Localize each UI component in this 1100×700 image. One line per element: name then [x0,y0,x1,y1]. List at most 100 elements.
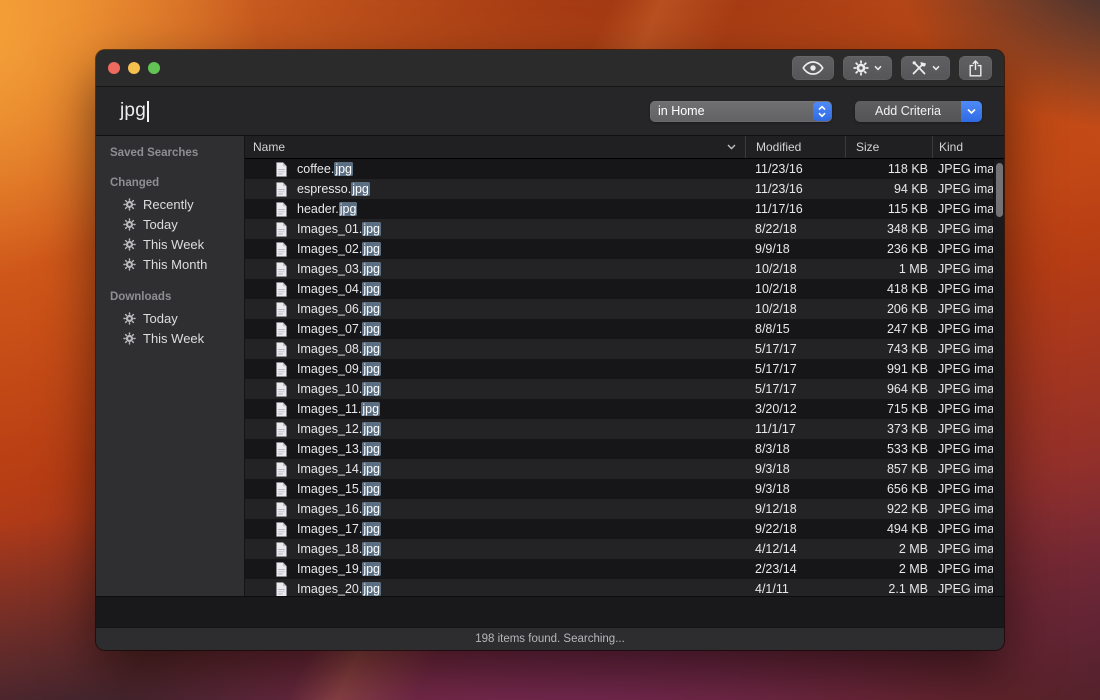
document-icon [275,342,288,357]
search-scope-popup[interactable]: in Home [650,101,832,122]
popup-stepper-icon [813,102,831,121]
sidebar-item[interactable]: Today [96,308,244,328]
document-icon [275,502,288,517]
table-row[interactable]: Images_15.jpg 9/3/18 656 KB JPEG image [245,479,1004,499]
close-button[interactable] [108,62,120,74]
table-row[interactable]: Images_19.jpg 2/23/14 2 MB JPEG image [245,559,1004,579]
document-icon [275,562,288,577]
vertical-scrollbar[interactable] [993,160,1004,596]
zoom-button[interactable] [148,62,160,74]
table-row[interactable]: Images_02.jpg 9/9/18 236 KB JPEG image [245,239,1004,259]
table-row[interactable]: coffee.jpg 11/23/16 118 KB JPEG image [245,159,1004,179]
search-match-highlight: jpg [362,422,381,436]
cell-name: Images_04.jpg [245,282,745,297]
sidebar-item-label: This Week [143,237,204,252]
document-icon [275,582,288,597]
table-row[interactable]: Images_20.jpg 4/1/11 2.1 MB JPEG image [245,579,1004,596]
cell-name: Images_20.jpg [245,582,745,597]
file-name: Images_04.jpg [297,282,381,296]
scrollbar-thumb[interactable] [996,163,1003,217]
cell-modified: 9/3/18 [745,482,845,496]
cell-size: 2.1 MB [845,582,932,596]
sidebar-section-label: Changed [96,177,244,189]
search-row: jpg in Home Add Criteria [96,87,1004,136]
cell-modified: 4/12/14 [745,542,845,556]
table-row[interactable]: Images_17.jpg 9/22/18 494 KB JPEG image [245,519,1004,539]
cell-modified: 8/3/18 [745,442,845,456]
document-icon [275,242,288,257]
toolbar [792,56,992,80]
cell-size: 373 KB [845,422,932,436]
cell-size: 922 KB [845,502,932,516]
sidebar-item[interactable]: This Month [96,254,244,274]
sidebar-item[interactable]: Recently [96,194,244,214]
cell-modified: 9/22/18 [745,522,845,536]
column-header-name[interactable]: Name [245,136,745,158]
table-row[interactable]: header.jpg 11/17/16 115 KB JPEG image [245,199,1004,219]
cell-modified: 11/23/16 [745,182,845,196]
sidebar-item[interactable]: This Week [96,328,244,348]
cell-size: 656 KB [845,482,932,496]
sidebar-section: Changed Recently Today This Week This Mo… [96,177,244,274]
smart-folder-gear-icon [123,238,136,251]
cell-modified: 2/23/14 [745,562,845,576]
file-name: Images_15.jpg [297,482,381,496]
sidebar-section-items: Today This Week [96,308,244,348]
cell-name: Images_09.jpg [245,362,745,377]
cell-size: 348 KB [845,222,932,236]
table-row[interactable]: Images_10.jpg 5/17/17 964 KB JPEG image [245,379,1004,399]
document-icon [275,382,288,397]
table-row[interactable]: Images_09.jpg 5/17/17 991 KB JPEG image [245,359,1004,379]
document-icon [275,362,288,377]
table-row[interactable]: Images_12.jpg 11/1/17 373 KB JPEG image [245,419,1004,439]
table-row[interactable]: Images_08.jpg 5/17/17 743 KB JPEG image [245,339,1004,359]
gear-icon [853,60,869,76]
cell-name: Images_14.jpg [245,462,745,477]
cell-modified: 9/9/18 [745,242,845,256]
search-match-highlight: jpg [362,502,381,516]
search-match-highlight: jpg [362,242,381,256]
column-header-modified[interactable]: Modified [745,136,845,158]
sidebar-item[interactable]: This Week [96,234,244,254]
sidebar-title: Saved Searches [96,146,244,160]
table-row[interactable]: Images_13.jpg 8/3/18 533 KB JPEG image [245,439,1004,459]
search-input[interactable]: jpg [120,100,149,122]
cell-modified: 10/2/18 [745,262,845,276]
column-header-size[interactable]: Size [845,136,932,158]
cell-name: Images_10.jpg [245,382,745,397]
action-menu-button[interactable] [843,56,892,80]
sidebar-item[interactable]: Today [96,214,244,234]
tools-icon [911,61,927,76]
tools-menu-button[interactable] [901,56,950,80]
file-name: Images_01.jpg [297,222,381,236]
table-row[interactable]: Images_16.jpg 9/12/18 922 KB JPEG image [245,499,1004,519]
cell-size: 1 MB [845,262,932,276]
search-match-highlight: jpg [362,262,381,276]
cell-size: 418 KB [845,282,932,296]
table-row[interactable]: Images_03.jpg 10/2/18 1 MB JPEG image [245,259,1004,279]
file-name: Images_19.jpg [297,562,381,576]
share-button[interactable] [959,56,992,80]
table-row[interactable]: Images_11.jpg 3/20/12 715 KB JPEG image [245,399,1004,419]
cell-modified: 9/12/18 [745,502,845,516]
sidebar-section-label: Downloads [96,291,244,303]
sidebar-section: Downloads Today This Week [96,291,244,348]
minimize-button[interactable] [128,62,140,74]
table-row[interactable]: Images_04.jpg 10/2/18 418 KB JPEG image [245,279,1004,299]
file-name: coffee.jpg [297,162,353,176]
table-row[interactable]: Images_01.jpg 8/22/18 348 KB JPEG image [245,219,1004,239]
add-criteria-button[interactable]: Add Criteria [855,101,982,122]
smart-folder-gear-icon [123,258,136,271]
document-icon [275,522,288,537]
quick-look-button[interactable] [792,56,834,80]
file-name: Images_07.jpg [297,322,381,336]
content-area: Saved Searches Changed Recently Today Th… [96,136,1004,596]
cell-modified: 11/17/16 [745,202,845,216]
table-row[interactable]: Images_07.jpg 8/8/15 247 KB JPEG image [245,319,1004,339]
table-row[interactable]: Images_06.jpg 10/2/18 206 KB JPEG image [245,299,1004,319]
table-row[interactable]: espresso.jpg 11/23/16 94 KB JPEG image [245,179,1004,199]
table-row[interactable]: Images_14.jpg 9/3/18 857 KB JPEG image [245,459,1004,479]
table-row[interactable]: Images_18.jpg 4/12/14 2 MB JPEG image [245,539,1004,559]
column-header-kind[interactable]: Kind [932,136,1004,158]
horizontal-scroll-area [96,596,1004,627]
